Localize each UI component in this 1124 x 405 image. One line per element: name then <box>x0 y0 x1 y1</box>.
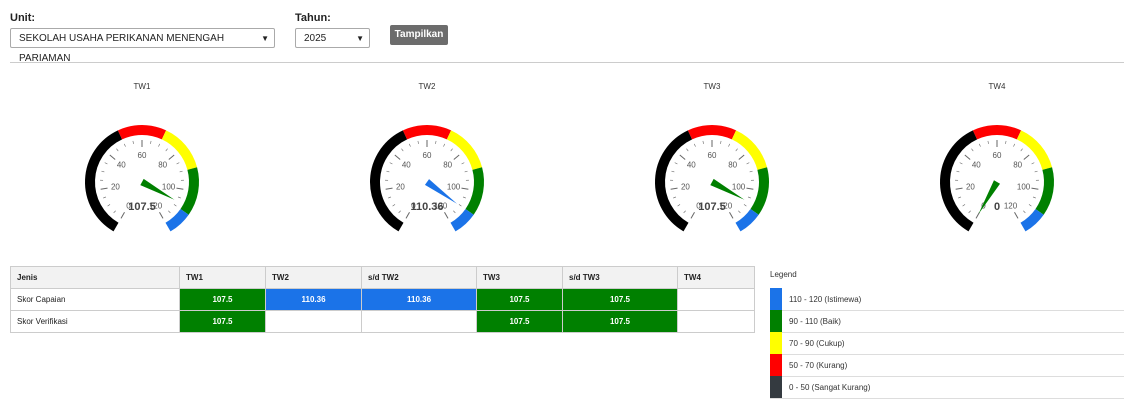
legend-swatch <box>770 376 782 398</box>
cell-sd-tw3: 107.5 <box>562 310 678 333</box>
col-header-tw1: TW1 <box>179 266 266 289</box>
cell-tw2: 110.36 <box>265 288 362 311</box>
cell-tw1: 107.5 <box>179 310 266 333</box>
gauge-tick-label: 60 <box>138 151 147 160</box>
cell-sd-tw3: 107.5 <box>562 288 678 311</box>
gauge-band <box>402 125 452 140</box>
year-select[interactable]: 2025 ▼ <box>295 28 370 48</box>
cell-sd-tw2: 110.36 <box>361 288 477 311</box>
unit-label: Unit: <box>10 12 36 24</box>
gauge-band <box>972 125 1022 140</box>
row-label: Skor Capaian <box>10 288 180 311</box>
col-header-sd-tw3: s/d TW3 <box>562 266 678 289</box>
legend-label: 110 - 120 (Istimewa) <box>789 295 862 304</box>
gauge-tick-label: 60 <box>993 151 1002 160</box>
gauge-tick-label: 80 <box>1013 161 1022 170</box>
unit-select[interactable]: SEKOLAH USAHA PERIKANAN MENENGAH PARIAMA… <box>10 28 275 64</box>
gauge-title: TW3 <box>703 82 721 91</box>
gauge-value: 107.5 <box>128 201 156 213</box>
gauge-tick-label: 40 <box>687 161 696 170</box>
year-label: Tahun: <box>295 12 331 24</box>
gauge-title: TW1 <box>133 82 151 91</box>
divider <box>10 62 1124 63</box>
legend-label: 90 - 110 (Baik) <box>789 317 841 326</box>
cell-tw2 <box>265 310 362 333</box>
gauge-value: 110.36 <box>410 201 443 213</box>
gauge-value: 107.5 <box>698 201 726 213</box>
gauge-tw3: 020406080100120107.5 <box>655 125 769 232</box>
legend-swatch <box>770 310 782 332</box>
legend-item: 70 - 90 (Cukup) <box>770 332 1124 355</box>
gauge-tw4: 0204060801001200 <box>940 125 1054 232</box>
gauge-tick-label: 100 <box>162 183 176 192</box>
gauge-tw2: 020406080100120110.36 <box>370 125 484 232</box>
row-label: Skor Verifikasi <box>10 310 180 333</box>
col-header-sd-tw2: s/d TW2 <box>361 266 477 289</box>
gauge-tick-label: 80 <box>158 161 167 170</box>
year-select-value: 2025 <box>304 33 327 44</box>
gauge-title: TW4 <box>988 82 1006 91</box>
gauge-tick-label: 100 <box>447 183 461 192</box>
legend-swatch <box>770 332 782 354</box>
gauge-tick-label: 40 <box>972 161 981 170</box>
legend-swatch <box>770 288 782 310</box>
gauge-tick-label: 20 <box>681 183 690 192</box>
gauge-tick-label: 100 <box>1017 183 1031 192</box>
chevron-down-icon: ▼ <box>261 34 269 43</box>
cell-tw4 <box>677 310 755 333</box>
col-header-jenis: Jenis <box>10 266 180 289</box>
gauge-band <box>180 167 199 215</box>
gauge-band <box>1035 167 1054 215</box>
legend-swatch <box>770 354 782 376</box>
legend-item: 0 - 50 (Sangat Kurang) <box>770 376 1124 399</box>
gauge-tick-label: 120 <box>1004 201 1018 210</box>
col-header-tw3: TW3 <box>476 266 563 289</box>
gauge-tick-label: 80 <box>728 161 737 170</box>
gauge-band <box>687 125 737 140</box>
cell-tw3: 107.5 <box>476 310 563 333</box>
legend-item: 110 - 120 (Istimewa) <box>770 288 1124 311</box>
unit-select-value: SEKOLAH USAHA PERIKANAN MENENGAH PARIAMA… <box>19 33 225 64</box>
cell-tw1: 107.5 <box>179 288 266 311</box>
gauge-band <box>750 167 769 215</box>
score-table: Jenis TW1 TW2 s/d TW2 TW3 s/d TW3 TW4 Sk… <box>10 266 755 333</box>
col-header-tw4: TW4 <box>677 266 755 289</box>
gauge-tick-label: 100 <box>732 183 746 192</box>
gauge-title: TW2 <box>418 82 436 91</box>
legend-label: 0 - 50 (Sangat Kurang) <box>789 383 871 392</box>
gauge-band <box>465 167 484 215</box>
gauge-tick-label: 40 <box>117 161 126 170</box>
legend-label: 70 - 90 (Cukup) <box>789 339 845 348</box>
chevron-down-icon: ▼ <box>356 34 364 43</box>
gauge-tick-label: 80 <box>443 161 452 170</box>
table-row: Skor Capaian 107.5 110.36 110.36 107.5 1… <box>10 288 755 311</box>
cell-tw3: 107.5 <box>476 288 563 311</box>
table-header-row: Jenis TW1 TW2 s/d TW2 TW3 s/d TW3 TW4 <box>10 266 755 289</box>
gauge-tick-label: 20 <box>396 183 405 192</box>
gauge-tick-label: 20 <box>111 183 120 192</box>
gauge-value: 0 <box>994 201 1000 213</box>
legend-item: 90 - 110 (Baik) <box>770 310 1124 333</box>
cell-sd-tw2 <box>361 310 477 333</box>
legend-title: Legend <box>770 270 797 279</box>
legend-item: 50 - 70 (Kurang) <box>770 354 1124 377</box>
table-row: Skor Verifikasi 107.5 107.5 107.5 <box>10 310 755 333</box>
gauge-band <box>117 125 167 140</box>
gauge-tick-label: 40 <box>402 161 411 170</box>
legend-label: 50 - 70 (Kurang) <box>789 361 848 370</box>
gauge-tick-label: 60 <box>423 151 432 160</box>
cell-tw4 <box>677 288 755 311</box>
show-button[interactable]: Tampilkan <box>390 25 448 45</box>
gauge-tick-label: 60 <box>708 151 717 160</box>
gauge-tw1: 020406080100120107.5 <box>85 125 199 232</box>
col-header-tw2: TW2 <box>265 266 362 289</box>
gauge-tick-label: 20 <box>966 183 975 192</box>
